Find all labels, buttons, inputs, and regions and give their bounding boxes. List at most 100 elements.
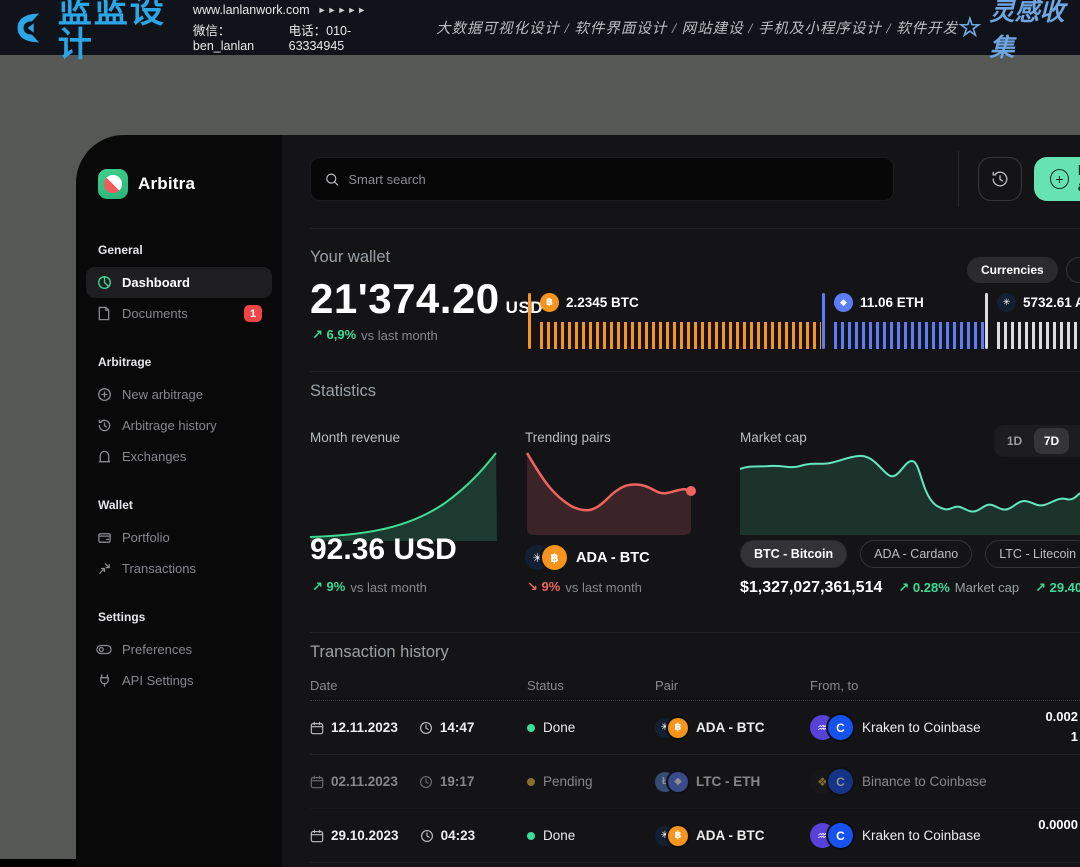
site-wechat: 微信：ben_lanlan: [193, 20, 273, 53]
btc-icon: ฿: [540, 293, 559, 312]
app-logo[interactable]: Arbitra: [96, 169, 262, 199]
market-cap-value: $1,327,027,361,514: [740, 579, 882, 597]
wallet-section-title: Your wallet: [310, 248, 390, 267]
plus-circle-icon: +: [1050, 169, 1069, 189]
market-cap-label: Market cap: [740, 430, 807, 445]
sidebar-item-label: Arbitrage history: [122, 418, 217, 433]
inspiration-link[interactable]: ☆ 灵感收集: [958, 0, 1066, 64]
clock-icon: [419, 721, 433, 735]
table-header: Date Status Pair From, to: [310, 678, 1080, 693]
exchanges-pill[interactable]: Exchanges: [1066, 257, 1080, 283]
wallet-view-toggle: Currencies Exchanges: [967, 257, 1080, 283]
new-arbitrage-button[interactable]: + New arbitrage: [1034, 157, 1080, 201]
coinbase-icon: C: [828, 823, 853, 848]
holding-btc: ฿ 2.2345 BTC: [528, 293, 821, 349]
wallet-change: ↗ 6,9% vs last month: [312, 327, 438, 343]
app-logo-icon: [98, 169, 128, 199]
status-dot-pending: [527, 778, 535, 786]
sidebar-item-api-settings[interactable]: API Settings: [86, 665, 272, 696]
divider: [310, 371, 1080, 372]
site-logo[interactable]: 蓝蓝设计: [14, 0, 175, 62]
site-services: 大数据可视化设计 / 软件界面设计 / 网站建设 / 手机及小程序设计 / 软件…: [436, 17, 958, 38]
tx-pair: LTC - ETH: [696, 774, 760, 789]
tx-date: 02.11.2023: [331, 774, 398, 789]
btc-icon: ฿: [668, 826, 688, 846]
status-dot-done: [527, 832, 535, 840]
month-revenue-change: ↗ 9% vs last month: [312, 579, 427, 595]
table-row[interactable]: 12.11.2023 14:47 Done ✳ ฿ ADA - BTC ♒: [310, 701, 1080, 755]
btc-icon: ฿: [542, 545, 567, 570]
nav-section-general: General: [96, 243, 262, 257]
btc-amount: 2.2345 BTC: [566, 295, 639, 310]
divider: [958, 151, 959, 207]
pill-btc-bitcoin[interactable]: BTC - Bitcoin: [740, 540, 847, 568]
sidebar-item-label: Exchanges: [122, 449, 186, 464]
trending-pair-label: ADA - BTC: [576, 550, 650, 566]
ada-amount: 5732.61 ADA: [1023, 295, 1080, 310]
sidebar-item-label: API Settings: [122, 673, 194, 688]
market-cap-coin-pills: BTC - Bitcoin ADA - Cardano LTC - Liteco…: [740, 540, 1080, 568]
sidebar-item-label: Transactions: [122, 561, 196, 576]
site-header: 蓝蓝设计 www.lanlanwork.com ►►►►► 微信：ben_lan…: [0, 0, 1080, 55]
trending-pairs-chart: [525, 451, 715, 539]
search-input[interactable]: [348, 172, 879, 187]
search-bar[interactable]: [310, 157, 894, 201]
sidebar-item-label: Preferences: [122, 642, 192, 657]
clock-icon: [420, 829, 434, 843]
tx-pair: ADA - BTC: [696, 720, 765, 735]
pill-ltc-litecoin[interactable]: LTC - Litecoin: [985, 540, 1080, 568]
btc-bars: [540, 322, 821, 349]
main-content: + New arbitrage Your wallet Currencies E…: [282, 135, 1080, 867]
site-logo-icon: [14, 6, 50, 50]
coinbase-icon: C: [828, 769, 853, 794]
holding-eth: ◆ 11.06 ETH: [822, 293, 985, 349]
table-row[interactable]: 29.10.2023 04:23 Done ✳ ฿ ADA - BTC ♒: [310, 809, 1080, 863]
col-date: Date: [310, 678, 527, 693]
divider: [310, 228, 1080, 229]
tx-status: Done: [543, 828, 575, 843]
pie-chart-icon: [96, 275, 112, 291]
sidebar-item-portfolio[interactable]: Portfolio: [86, 522, 272, 553]
trending-pairs-label: Trending pairs: [525, 430, 611, 445]
table-row[interactable]: 02.11.2023 19:17 Pending Ł ◆ LTC - ETH: [310, 755, 1080, 809]
history-icon: [990, 169, 1010, 189]
divider: [310, 632, 1080, 633]
sidebar-item-exchanges[interactable]: Exchanges: [86, 441, 272, 472]
sidebar-item-arbitrage-history[interactable]: Arbitrage history: [86, 410, 272, 441]
eth-bars: [834, 322, 985, 349]
sidebar-item-transactions[interactable]: Transactions: [86, 553, 272, 584]
nav-section-arbitrage: Arbitrage: [96, 355, 262, 369]
month-revenue-label: Month revenue: [310, 430, 400, 445]
site-contact: www.lanlanwork.com ►►►►► 微信：ben_lanlan 电…: [193, 3, 384, 53]
col-pair: Pair: [655, 678, 810, 693]
history-button[interactable]: [978, 157, 1022, 201]
market-cap-stats: $1,327,027,361,514 ↗ 0.28% Market cap ↗ …: [740, 579, 1080, 597]
plus-circle-icon: [96, 387, 112, 403]
nav-section-settings: Settings: [96, 610, 262, 624]
month-revenue-value: 92.36 USD: [310, 533, 457, 567]
sidebar: Arbitra General Dashboard Documents 1 Ar…: [76, 135, 282, 867]
transfer-arrows-icon: [96, 561, 112, 577]
pill-ada-cardano[interactable]: ADA - Cardano: [860, 540, 972, 568]
sidebar-item-label: Portfolio: [122, 530, 170, 545]
sidebar-item-new-arbitrage[interactable]: New arbitrage: [86, 379, 272, 410]
market-cap-chart: [740, 451, 1080, 535]
site-url[interactable]: www.lanlanwork.com: [193, 3, 310, 17]
tx-time: 19:17: [440, 774, 475, 789]
document-icon: [96, 306, 112, 322]
btc-icon: ฿: [668, 718, 688, 738]
ada-bars: [997, 322, 1080, 349]
coinbase-icon: C: [828, 715, 853, 740]
app-brand: Arbitra: [138, 174, 195, 194]
dashboard-card: Arbitra General Dashboard Documents 1 Ar…: [76, 135, 1080, 867]
currencies-pill[interactable]: Currencies: [967, 257, 1058, 283]
sidebar-item-preferences[interactable]: Preferences: [86, 634, 272, 665]
tx-from-to: Kraken to Coinbase: [862, 828, 981, 843]
sidebar-item-documents[interactable]: Documents 1: [86, 298, 272, 329]
trending-change: ↘ 9% vs last month: [527, 579, 642, 595]
tx-status: Pending: [543, 774, 593, 789]
tx-amount: 0.002 1: [1045, 707, 1078, 746]
sidebar-item-dashboard[interactable]: Dashboard: [86, 267, 272, 298]
eth-icon: ◆: [668, 772, 688, 792]
wallet-balance: 21'374.20USD: [310, 275, 543, 323]
